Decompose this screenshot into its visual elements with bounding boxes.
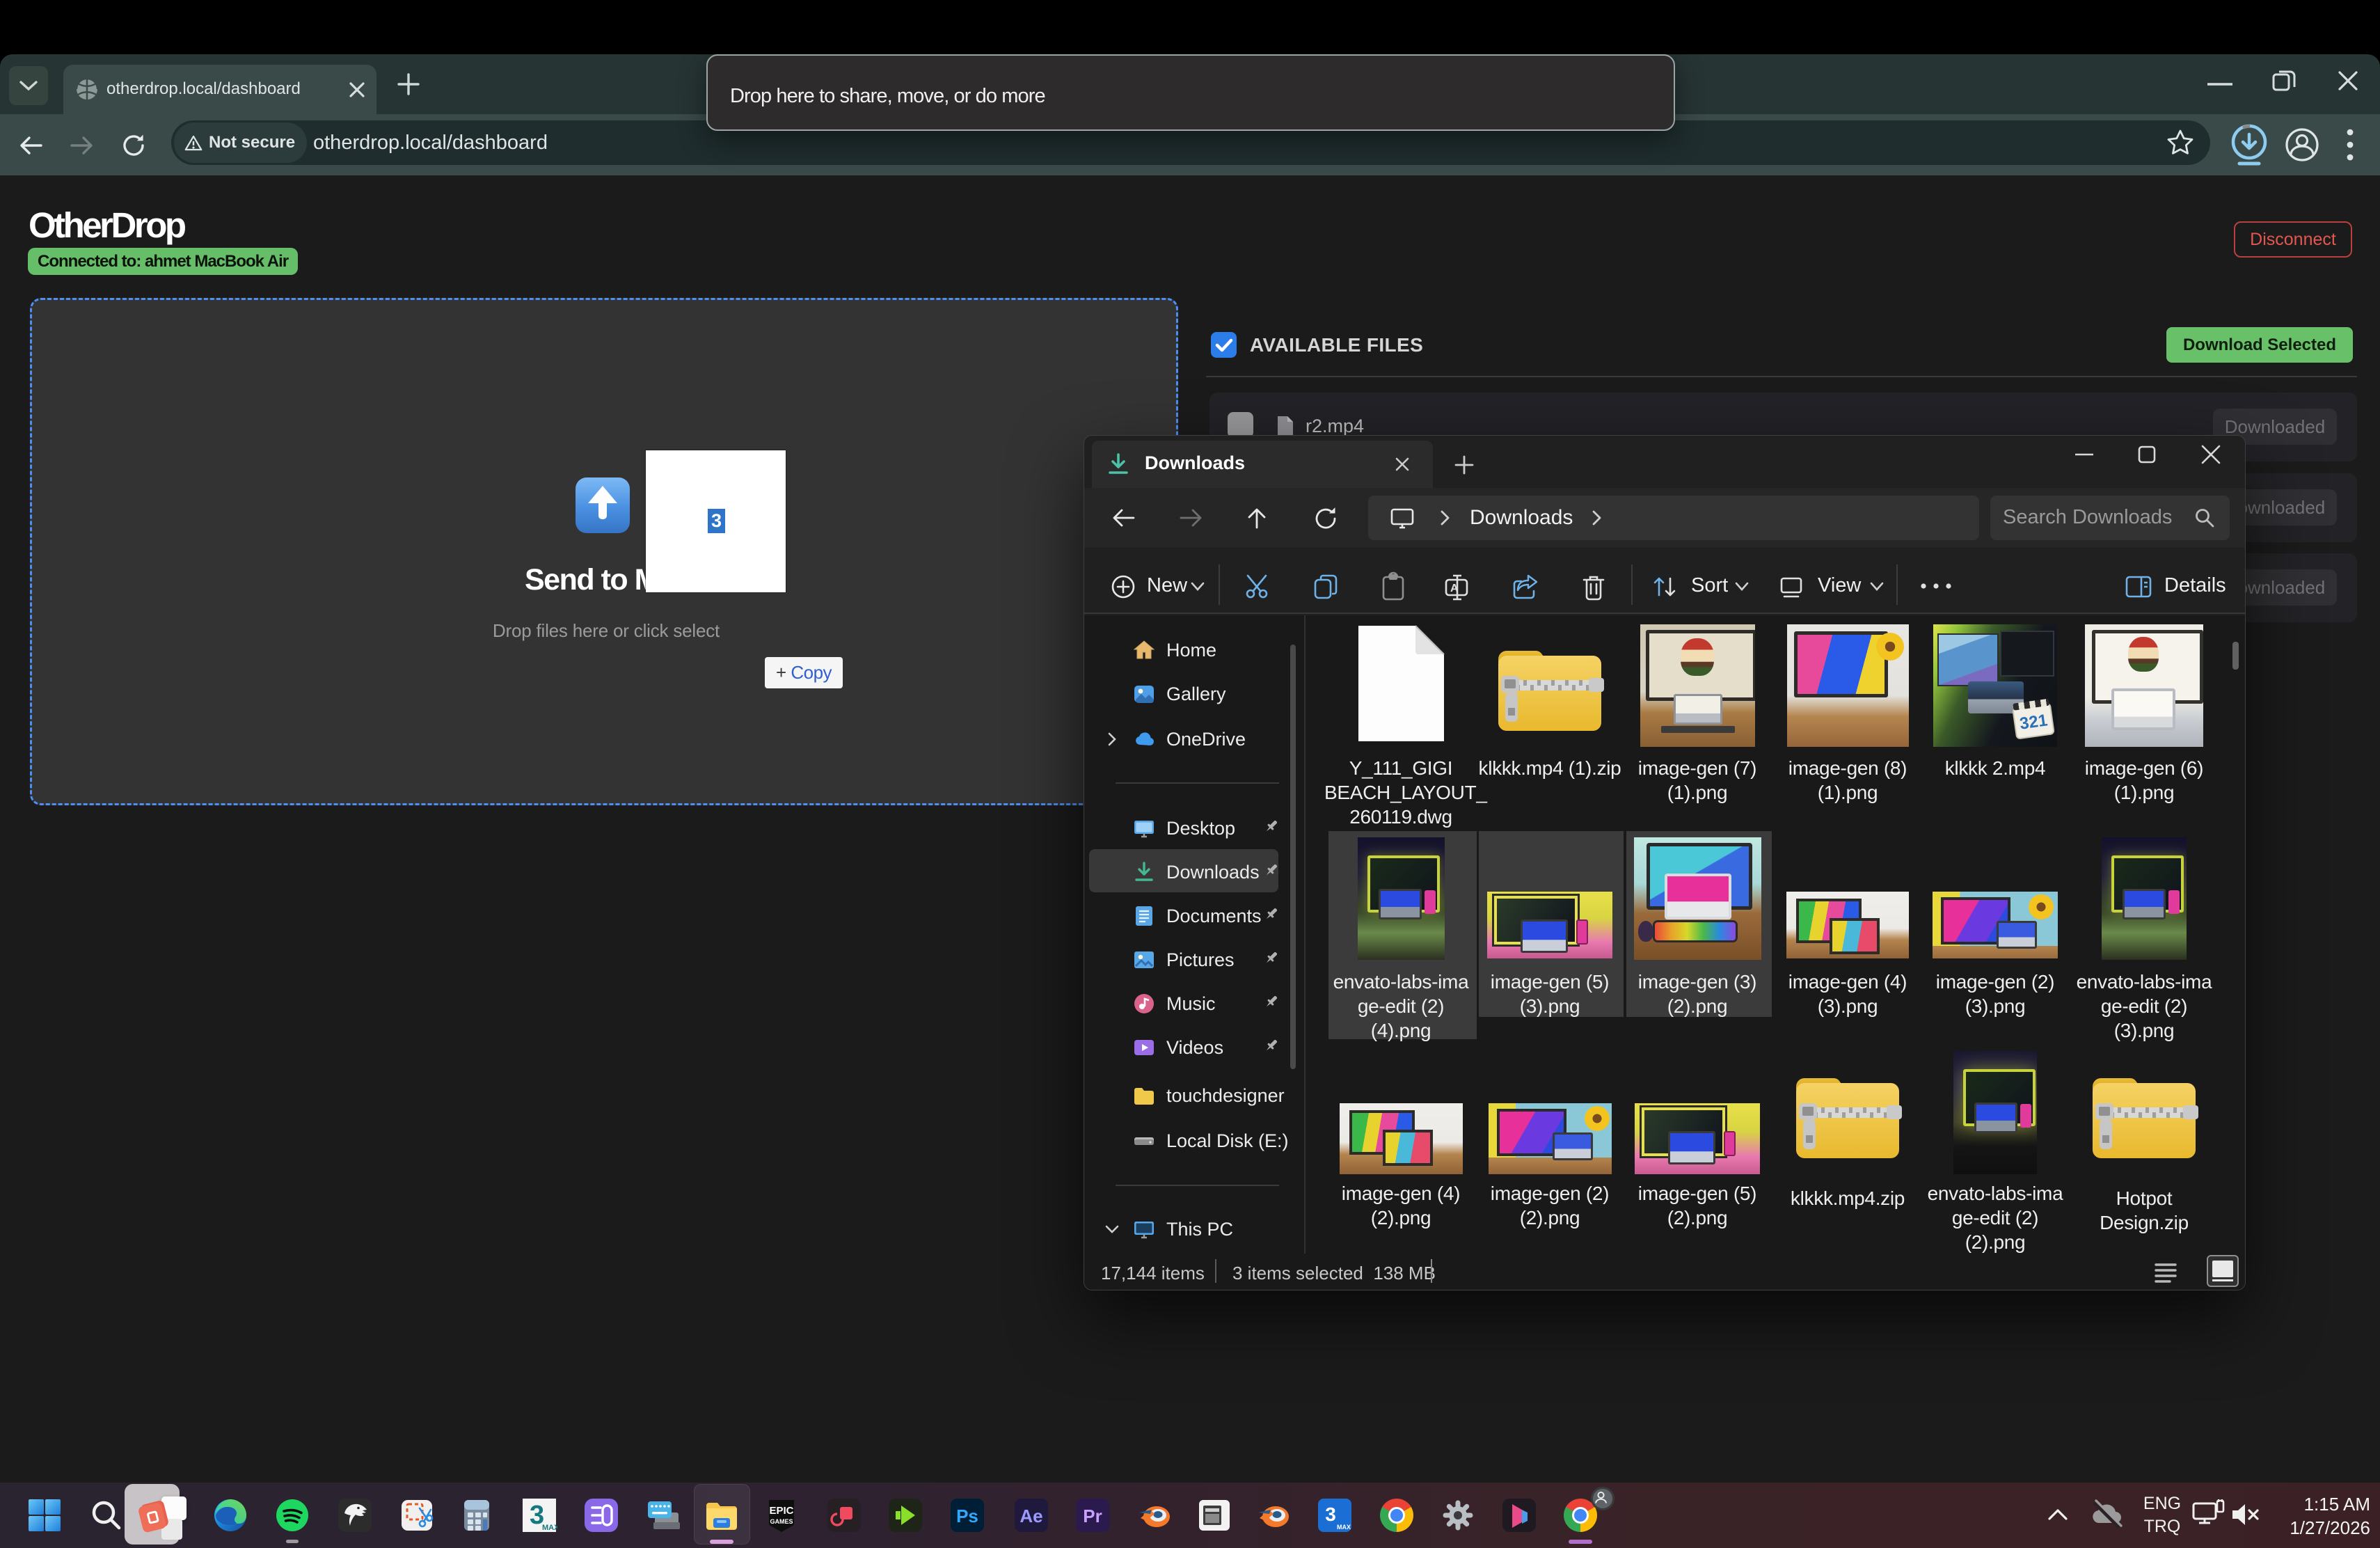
svg-text:A: A [1450,583,1459,594]
svg-text:3: 3 [1325,1503,1336,1525]
svg-text:MAX: MAX [542,1524,557,1532]
svg-text:Pr: Pr [1083,1506,1102,1526]
svg-text:GAMES: GAMES [770,1518,793,1525]
svg-text:EPIC: EPIC [769,1505,793,1517]
svg-text:Ps: Ps [956,1506,978,1526]
svg-text:MAX: MAX [1337,1524,1351,1531]
svg-text:Ae: Ae [1020,1506,1042,1526]
